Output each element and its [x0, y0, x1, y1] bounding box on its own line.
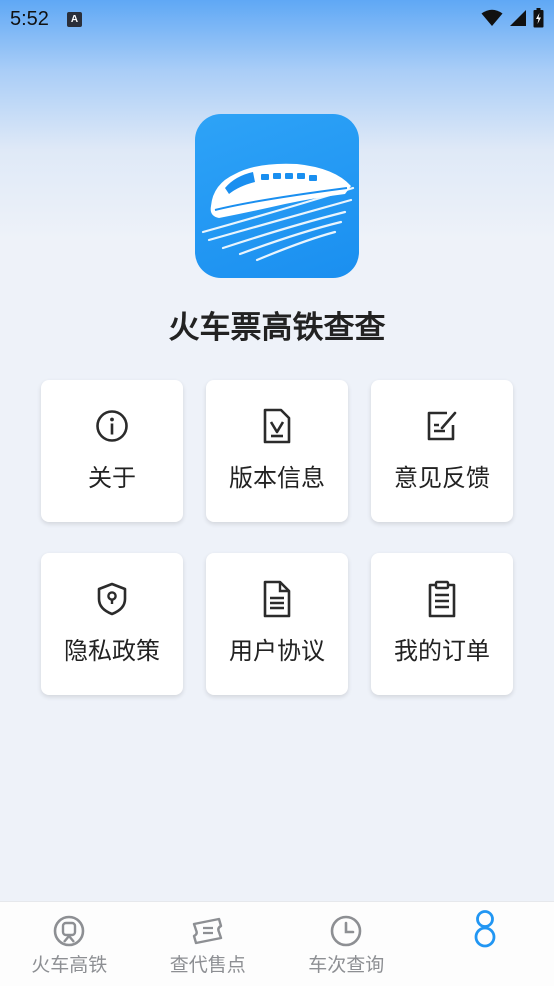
menu-card-agreement[interactable]: 用户协议	[206, 553, 348, 695]
high-speed-train-icon	[201, 163, 355, 262]
status-bar: 5:52 A	[0, 0, 554, 38]
tab-label: 车次查询	[308, 954, 385, 976]
tab-label: 火车高铁	[31, 954, 108, 976]
menu-card-about[interactable]: 关于	[41, 380, 183, 522]
status-time: 5:52	[10, 7, 49, 30]
tab-profile[interactable]	[416, 902, 554, 986]
menu-card-orders[interactable]: 我的订单	[371, 553, 513, 695]
info-icon	[95, 408, 129, 444]
app-title: 火车票高铁查查	[168, 310, 386, 346]
menu-card-label: 版本信息	[229, 464, 325, 492]
profile-icon	[468, 910, 502, 948]
feedback-edit-icon	[425, 408, 459, 444]
agreement-document-icon	[260, 580, 294, 618]
menu-card-label: 我的订单	[394, 637, 490, 665]
privacy-shield-icon	[95, 581, 129, 617]
notification-icon: A	[66, 11, 82, 27]
clock-icon	[329, 914, 363, 948]
tab-schedule[interactable]: 车次查询	[277, 902, 416, 986]
menu-card-version[interactable]: 版本信息	[206, 380, 348, 522]
bottom-tab-bar: 火车高铁 查代售点 车次查询	[0, 901, 554, 986]
order-clipboard-icon	[425, 580, 459, 618]
tab-train[interactable]: 火车高铁	[0, 902, 139, 986]
menu-card-label: 用户协议	[229, 637, 325, 665]
tab-label: 查代售点	[169, 954, 246, 976]
menu-card-label: 关于	[88, 464, 136, 492]
version-document-icon	[260, 408, 294, 444]
app-logo	[195, 114, 359, 278]
menu-card-label: 隐私政策	[64, 637, 160, 665]
ticket-icon	[191, 914, 225, 948]
tab-agency[interactable]: 查代售点	[139, 902, 278, 986]
status-indicators	[481, 8, 544, 28]
menu-card-privacy[interactable]: 隐私政策	[41, 553, 183, 695]
menu-card-label: 意见反馈	[394, 464, 490, 492]
cellular-signal-icon	[510, 10, 526, 26]
train-icon	[52, 914, 86, 948]
battery-icon	[533, 8, 544, 28]
wifi-icon	[481, 9, 503, 26]
menu-card-feedback[interactable]: 意见反馈	[371, 380, 513, 522]
